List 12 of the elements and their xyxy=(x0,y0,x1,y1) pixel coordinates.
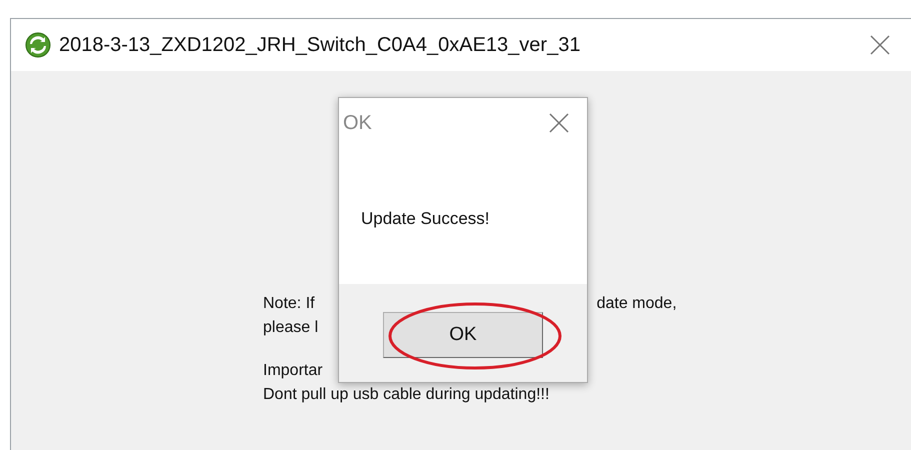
note-text: Note: If xyxy=(263,294,315,314)
window-title: 2018-3-13_ZXD1202_JRH_Switch_C0A4_0xAE13_ver_31 xyxy=(59,33,580,58)
note-text: Dont pull up usb cable during updating!!! xyxy=(263,385,550,405)
refresh-icon xyxy=(25,32,51,58)
note-text: please l xyxy=(263,318,318,338)
ok-button[interactable]: OK xyxy=(383,312,543,358)
close-icon xyxy=(549,113,569,133)
note-text: date mode, xyxy=(596,294,677,314)
dialog-message: Update Success! xyxy=(361,209,490,228)
note-text: Importar xyxy=(263,361,323,381)
dialog-title: OK xyxy=(343,111,372,136)
close-icon xyxy=(870,35,890,55)
